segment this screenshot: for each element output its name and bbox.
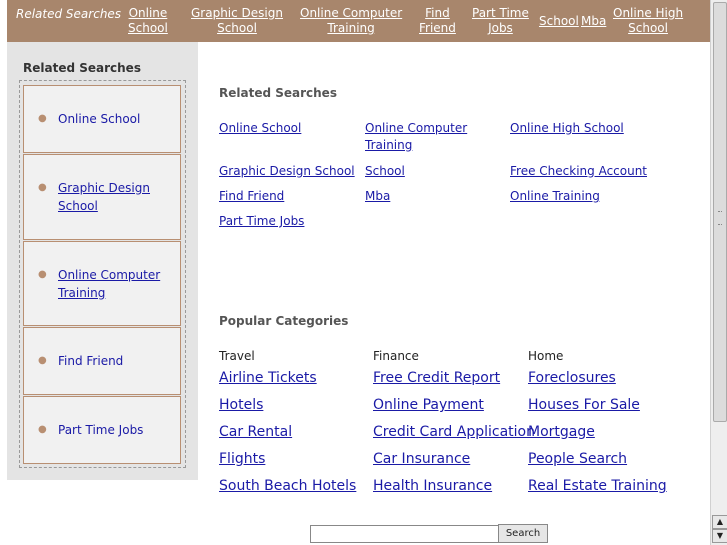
scrollbar-thumb[interactable] — [713, 2, 727, 422]
sidebar-link-online-computer-training[interactable]: Online Computer Training — [58, 266, 173, 302]
sidebar-link-find-friend[interactable]: Find Friend — [58, 352, 173, 370]
top-nav-lead: Related Searches — [16, 7, 122, 21]
bullet-icon: ● — [38, 182, 47, 193]
category-link[interactable]: Online Payment — [373, 397, 484, 413]
sidebar-item-online-school: ● Online School — [23, 85, 181, 153]
sidebar-item-part-time-jobs: ● Part Time Jobs — [23, 396, 181, 464]
top-nav-link-mba[interactable]: Mba — [581, 14, 606, 29]
category-link[interactable]: Houses For Sale — [528, 397, 640, 413]
search-button[interactable]: Search — [498, 524, 548, 543]
category-link[interactable]: Foreclosures — [528, 370, 616, 386]
scroll-up-arrow-icon[interactable]: ▲ — [712, 515, 727, 529]
related-link-free-checking-account[interactable]: Free Checking Account — [510, 163, 647, 180]
sidebar-link-graphic-design-school[interactable]: Graphic Design School — [58, 179, 173, 215]
category-link[interactable]: Free Credit Report — [373, 370, 500, 386]
related-link-find-friend[interactable]: Find Friend — [219, 188, 284, 205]
top-nav-link-graphic-design-school[interactable]: Graphic Design School — [191, 6, 283, 36]
related-link-mba[interactable]: Mba — [365, 188, 390, 205]
related-searches-title: Related Searches — [219, 86, 337, 100]
category-link[interactable]: Flights — [219, 451, 265, 467]
related-link-online-computer-training[interactable]: Online Computer Training — [365, 120, 475, 154]
top-nav-bar: Related Searches Online School Graphic D… — [7, 0, 710, 42]
category-link[interactable]: Credit Card Application — [373, 424, 535, 440]
vertical-scrollbar[interactable]: ▲ ▼ — [710, 0, 727, 545]
sidebar-link-part-time-jobs[interactable]: Part Time Jobs — [58, 421, 173, 439]
related-link-part-time-jobs[interactable]: Part Time Jobs — [219, 213, 304, 230]
bullet-icon: ● — [38, 113, 47, 124]
top-nav-link-online-high-school[interactable]: Online High School — [613, 6, 683, 36]
category-link[interactable]: Airline Tickets — [219, 370, 317, 386]
top-nav-link-part-time-jobs[interactable]: Part Time Jobs — [472, 6, 529, 36]
search-input[interactable] — [310, 525, 499, 543]
main-content: Related Searches Online School Online Co… — [198, 42, 710, 545]
category-link[interactable]: South Beach Hotels — [219, 478, 356, 494]
category-link[interactable]: Car Insurance — [373, 451, 470, 467]
sidebar-link-online-school[interactable]: Online School — [58, 110, 173, 128]
category-link[interactable]: Mortgage — [528, 424, 595, 440]
related-link-graphic-design-school[interactable]: Graphic Design School — [219, 163, 355, 180]
category-heading-home: Home — [528, 349, 564, 363]
bullet-icon: ● — [38, 269, 47, 280]
related-link-online-high-school[interactable]: Online High School — [510, 120, 624, 137]
scroll-down-arrow-icon[interactable]: ▼ — [712, 529, 727, 543]
scrollbar-grip-icon — [718, 211, 722, 225]
sidebar-list: ● Online School ● Graphic Design School … — [19, 80, 186, 468]
bullet-icon: ● — [38, 424, 47, 435]
sidebar-item-graphic-design-school: ● Graphic Design School — [23, 154, 181, 240]
top-nav-link-online-school[interactable]: Online School — [128, 6, 168, 36]
category-link[interactable]: Real Estate Training — [528, 478, 667, 494]
sidebar: Related Searches ● Online School ● Graph… — [7, 42, 198, 480]
sidebar-item-online-computer-training: ● Online Computer Training — [23, 241, 181, 326]
category-heading-finance: Finance — [373, 349, 419, 363]
related-link-online-training[interactable]: Online Training — [510, 188, 600, 205]
category-link[interactable]: Hotels — [219, 397, 263, 413]
top-nav-link-online-computer-training[interactable]: Online Computer Training — [300, 6, 402, 36]
top-nav-link-find-friend[interactable]: Find Friend — [419, 6, 456, 36]
bullet-icon: ● — [38, 355, 47, 366]
category-link[interactable]: People Search — [528, 451, 627, 467]
category-heading-travel: Travel — [219, 349, 255, 363]
sidebar-title: Related Searches — [23, 61, 141, 75]
related-link-school[interactable]: School — [365, 163, 405, 180]
related-link-online-school[interactable]: Online School — [219, 120, 301, 137]
popular-categories-title: Popular Categories — [219, 314, 349, 328]
category-link[interactable]: Health Insurance — [373, 478, 492, 494]
sidebar-item-find-friend: ● Find Friend — [23, 327, 181, 395]
top-nav-link-school[interactable]: School — [539, 14, 579, 29]
category-link[interactable]: Car Rental — [219, 424, 292, 440]
